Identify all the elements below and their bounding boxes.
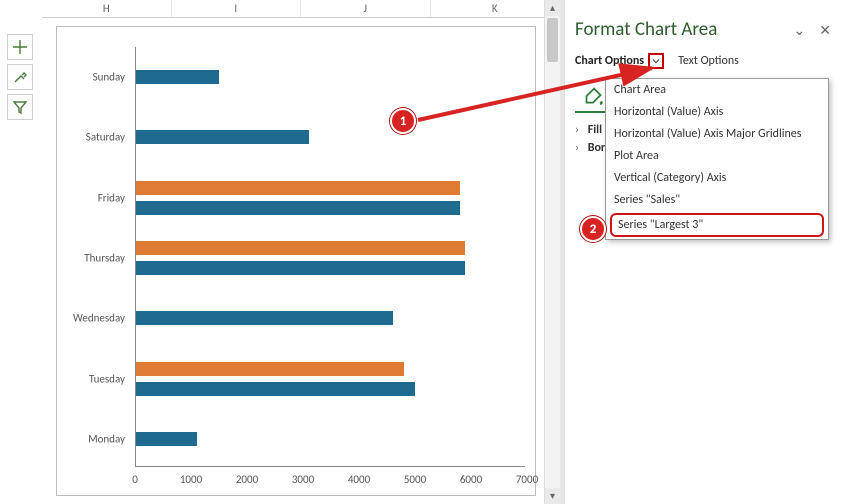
x-tick-label: 6000 bbox=[460, 473, 482, 486]
chart-options-tab[interactable]: Chart Options bbox=[575, 54, 644, 68]
task-pane-options-icon[interactable]: ⌄ bbox=[794, 22, 806, 39]
dropdown-item[interactable]: Series "Largest 3" bbox=[610, 213, 824, 237]
dropdown-item[interactable]: Series "Sales" bbox=[606, 189, 828, 211]
callout-1: 1 bbox=[390, 108, 416, 134]
x-axis-labels: 01000200030004000500060007000 bbox=[135, 471, 525, 491]
x-tick-label: 4000 bbox=[348, 473, 370, 486]
bar-sales[interactable] bbox=[135, 311, 393, 325]
chevron-right-icon: › bbox=[575, 123, 585, 137]
dropdown-item[interactable]: Chart Area bbox=[606, 79, 828, 101]
x-tick-label: 2000 bbox=[236, 473, 258, 486]
bar-sales[interactable] bbox=[135, 201, 460, 215]
column-headers: H I J K bbox=[42, 0, 560, 18]
chart-quick-tools bbox=[7, 34, 35, 124]
y-tick-label: Saturday bbox=[86, 131, 125, 144]
plot-area[interactable] bbox=[135, 47, 525, 467]
bar-largest3[interactable] bbox=[135, 181, 460, 195]
dropdown-item[interactable]: Horizontal (Value) Axis bbox=[606, 101, 828, 123]
scroll-down-icon[interactable]: ▾ bbox=[545, 488, 560, 504]
bar-sales[interactable] bbox=[135, 70, 219, 84]
y-axis-labels: Sunday Saturday Friday Thursday Wednesday Tue… bbox=[57, 47, 131, 467]
col-I[interactable]: I bbox=[172, 0, 302, 17]
options-tabs: Chart Options Text Options bbox=[575, 53, 829, 69]
chart-elements-dropdown[interactable]: Chart AreaHorizontal (Value) AxisHorizon… bbox=[605, 78, 829, 240]
col-K[interactable]: K bbox=[431, 0, 561, 17]
scroll-thumb[interactable] bbox=[547, 18, 558, 62]
y-tick-label: Tuesday bbox=[89, 372, 125, 385]
callout-2: 2 bbox=[580, 216, 606, 242]
y-tick-label: Friday bbox=[98, 191, 125, 204]
bar-sales[interactable] bbox=[135, 261, 465, 275]
x-tick-label: 0 bbox=[132, 473, 138, 486]
chart-options-dropdown-button[interactable] bbox=[648, 53, 664, 69]
x-tick-label: 5000 bbox=[404, 473, 426, 486]
chevron-right-icon: › bbox=[575, 141, 585, 155]
dropdown-item[interactable]: Plot Area bbox=[606, 145, 828, 167]
y-tick-label: Thursday bbox=[84, 252, 125, 265]
close-icon[interactable]: ✕ bbox=[819, 22, 831, 39]
bar-sales[interactable] bbox=[135, 382, 415, 396]
col-H[interactable]: H bbox=[42, 0, 172, 17]
chart-styles-button[interactable] bbox=[7, 64, 33, 90]
pane-title: Format Chart Area bbox=[575, 18, 829, 41]
y-axis-line bbox=[135, 47, 136, 467]
bar-sales[interactable] bbox=[135, 130, 309, 144]
x-tick-label: 1000 bbox=[180, 473, 202, 486]
y-tick-label: Sunday bbox=[93, 71, 125, 84]
y-tick-label: Monday bbox=[88, 432, 125, 445]
dropdown-item[interactable]: Horizontal (Value) Axis Major Gridlines bbox=[606, 123, 828, 145]
y-tick-label: Wednesday bbox=[73, 312, 125, 325]
text-options-tab[interactable]: Text Options bbox=[678, 54, 739, 68]
x-axis-line bbox=[135, 466, 525, 467]
bar-sales[interactable] bbox=[135, 432, 197, 446]
scroll-up-icon[interactable]: ▴ bbox=[545, 0, 560, 16]
dropdown-item[interactable]: Vertical (Category) Axis bbox=[606, 167, 828, 189]
chart-elements-button[interactable] bbox=[7, 34, 33, 60]
chart-filters-button[interactable] bbox=[7, 94, 33, 120]
bar-largest3[interactable] bbox=[135, 241, 465, 255]
x-tick-label: 3000 bbox=[292, 473, 314, 486]
chart-area[interactable]: Sunday Saturday Friday Thursday Wednesday Tue… bbox=[56, 26, 536, 496]
x-tick-label: 7000 bbox=[516, 473, 538, 486]
bar-largest3[interactable] bbox=[135, 362, 404, 376]
col-J[interactable]: J bbox=[301, 0, 431, 17]
format-pane: Format Chart Area ⌄ ✕ Chart Options Text… bbox=[564, 0, 843, 504]
vertical-scrollbar[interactable]: ▴ ▾ bbox=[544, 0, 560, 504]
